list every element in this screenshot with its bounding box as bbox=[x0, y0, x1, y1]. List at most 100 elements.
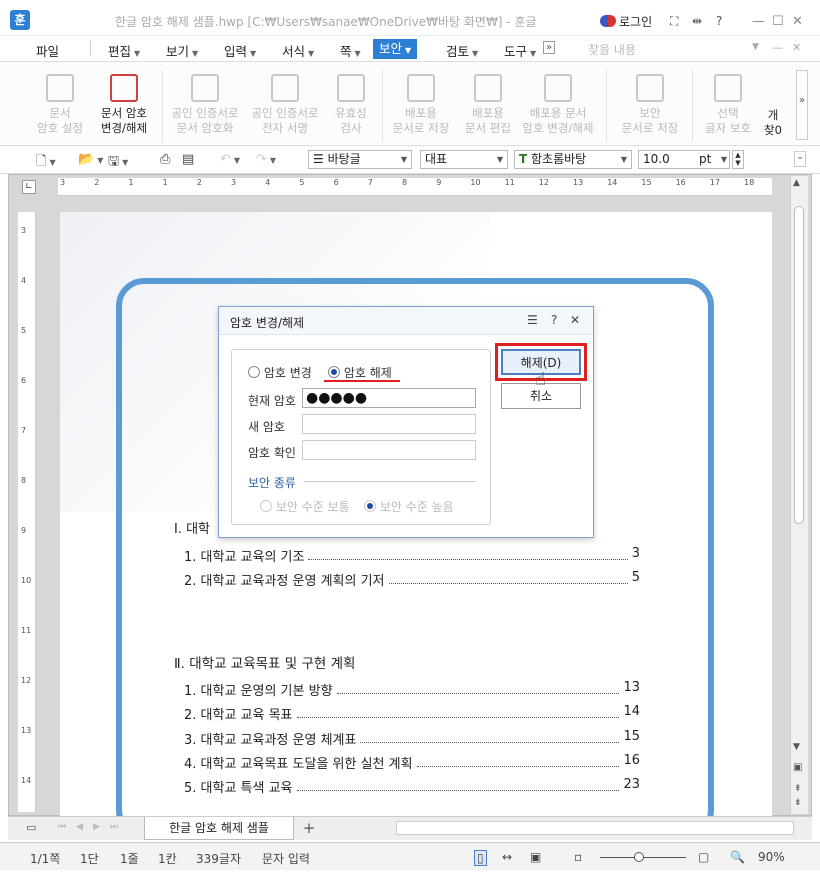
scroll-thumb[interactable] bbox=[794, 206, 804, 524]
view-fit-icon[interactable]: ↔ bbox=[502, 850, 512, 864]
menu-security[interactable]: 보안 ▼ bbox=[373, 39, 418, 59]
help-icon[interactable]: ? bbox=[716, 14, 722, 28]
ruler-tick: 3 bbox=[21, 226, 27, 235]
open-folder-icon[interactable]: 📂 ▼ bbox=[78, 152, 103, 167]
ruler-tick: 4 bbox=[265, 178, 271, 187]
radio-release-password[interactable]: 암호 해제 bbox=[328, 364, 392, 381]
ribbon-dist-password[interactable]: 배포용 문서 암호 변경/해제 bbox=[518, 74, 598, 136]
prev-page-icon[interactable]: ⇞ bbox=[794, 784, 802, 794]
search-dropdown-icon[interactable]: ▼ bbox=[752, 42, 759, 52]
radio-change-password[interactable]: 암호 변경 bbox=[248, 364, 312, 381]
toc-item[interactable]: 4. 대학교 교육목표 도달을 위한 실천 계획 16 bbox=[184, 753, 640, 772]
menu-page[interactable]: 쪽 ▼ bbox=[340, 41, 361, 60]
ribbon-minimize-icon[interactable]: — bbox=[772, 41, 783, 54]
font-size-input[interactable]: 10.0 pt ▼ bbox=[638, 150, 730, 169]
font-size-stepper[interactable]: ▲ ▼ bbox=[732, 150, 744, 169]
ribbon-change-password[interactable]: 문서 암호 변경/해제 bbox=[92, 74, 156, 136]
status-column: 1칸 bbox=[158, 852, 177, 866]
resize-icon[interactable]: ⇹ bbox=[692, 14, 702, 28]
toc-page-number: 13 bbox=[623, 680, 640, 695]
ribbon-cert-encrypt[interactable]: 공인 인증서로 문서 암호화 bbox=[166, 74, 244, 136]
horizontal-ruler[interactable]: 3 2 1 1 2 3 4 5 6 7 8 9 10 11 12 13 14 15 16 17 18 bbox=[58, 178, 772, 196]
confirm-password-field[interactable] bbox=[302, 440, 476, 460]
scroll-down-icon[interactable]: ▼ bbox=[793, 742, 800, 752]
toc-item-text: 1. 대학교 교육의 기조 bbox=[184, 550, 305, 565]
menu-file[interactable]: 파일 bbox=[36, 41, 59, 60]
ribbon-divider bbox=[692, 70, 693, 142]
tab-document[interactable]: 한글 암호 해제 샘플 bbox=[144, 817, 294, 840]
search-input[interactable]: 찾을 내용 bbox=[588, 41, 636, 58]
login-button[interactable]: 로그인 bbox=[600, 13, 652, 30]
toc-leader bbox=[388, 570, 628, 584]
zoom-level[interactable]: 90% bbox=[758, 850, 785, 864]
close-icon[interactable]: ✕ bbox=[792, 14, 803, 29]
ribbon-expand-icon[interactable]: » bbox=[796, 70, 808, 140]
toc-item[interactable]: 5. 대학교 특색 교육 23 bbox=[184, 777, 640, 796]
doc-close-icon[interactable]: ✕ bbox=[792, 41, 801, 54]
print-icon[interactable]: ⎙ bbox=[160, 152, 170, 167]
toc-item[interactable]: 2. 대학교 교육과정 운영 계획의 기저 5 bbox=[184, 570, 640, 589]
add-tab-icon[interactable]: + bbox=[298, 819, 320, 839]
maximize-icon[interactable]: ☐ bbox=[772, 14, 784, 29]
ribbon-dist-save[interactable]: 배포용 문서로 저장 bbox=[386, 74, 456, 136]
ribbon-char-protect[interactable]: 선택 글자 보호 bbox=[700, 74, 756, 136]
toc-item[interactable]: 1. 대학교 교육의 기조 3 bbox=[184, 546, 640, 565]
radio-level-normal[interactable]: 보안 수준 보통 bbox=[260, 498, 350, 515]
more-menu-icon[interactable]: » bbox=[543, 41, 556, 54]
ribbon-validity-check[interactable]: 유효성 검사 bbox=[326, 74, 376, 136]
tab-nav-icons[interactable]: ⏮◀▶⏭ bbox=[58, 822, 128, 832]
zoom-in-icon[interactable]: ▢ bbox=[698, 850, 709, 864]
ribbon-cert-sign[interactable]: 공인 인증서로 전자 서명 bbox=[246, 74, 324, 136]
ribbon-secure-save[interactable]: 보안 문서로 저장 bbox=[614, 74, 686, 136]
vertical-ruler[interactable]: 3 4 5 6 7 8 9 10 11 12 13 14 bbox=[18, 212, 36, 812]
font-select[interactable]: T 함초롬바탕 ▼ bbox=[514, 150, 632, 169]
view-normal-icon[interactable]: ▯ bbox=[474, 850, 487, 866]
toc-item[interactable]: 3. 대학교 교육과정 운영 체계표 15 bbox=[184, 729, 640, 748]
save-icon[interactable]: 🖫 ▼ bbox=[108, 152, 128, 174]
radio-level-high[interactable]: 보안 수준 높음 bbox=[364, 498, 454, 515]
ribbon-dist-edit[interactable]: 배포용 문서 편집 bbox=[458, 74, 518, 136]
menu-insert[interactable]: 입력 ▼ bbox=[224, 41, 256, 60]
ribbon-more[interactable]: 개 찾0 bbox=[758, 108, 788, 138]
menu-edit[interactable]: 편집 ▼ bbox=[108, 41, 140, 60]
view-toggle-icon[interactable]: ▭ bbox=[26, 821, 36, 834]
zoom-slider-handle[interactable] bbox=[634, 852, 644, 862]
toc-item[interactable]: 1. 대학교 운영의 기본 방향 13 bbox=[184, 680, 640, 699]
ribbon-set-password[interactable]: 문서 암호 설정 bbox=[28, 74, 92, 136]
toc-section-1-heading: Ⅰ. 대학 bbox=[174, 522, 211, 537]
dialog-close-icon[interactable]: ✕ bbox=[570, 313, 580, 327]
dialog-info-icon[interactable]: ☰ bbox=[527, 313, 538, 327]
zoom-magnifier-icon[interactable]: 🔍 bbox=[730, 850, 745, 864]
minimize-icon[interactable]: — bbox=[752, 14, 765, 29]
group-divider bbox=[304, 481, 476, 482]
current-password-field[interactable]: ●●●●● bbox=[302, 388, 476, 408]
menu-tools[interactable]: 도구 ▼ bbox=[504, 41, 536, 60]
expand-icon[interactable]: ⛶ bbox=[670, 14, 678, 29]
redo-icon[interactable]: ↷ ▼ bbox=[256, 152, 276, 167]
horizontal-scrollbar[interactable] bbox=[396, 821, 794, 835]
menu-review[interactable]: 검토 ▼ bbox=[446, 41, 478, 60]
zoom-out-icon[interactable]: ▫ bbox=[574, 850, 582, 864]
vertical-scrollbar[interactable]: ▲ ▼ ▣ ⇞ ⇟ bbox=[790, 176, 808, 814]
menu-view[interactable]: 보기 ▼ bbox=[166, 41, 198, 60]
style-icon: ☰ bbox=[313, 152, 324, 166]
page-nav-icon[interactable]: ▣ bbox=[793, 762, 802, 773]
new-password-field[interactable] bbox=[302, 414, 476, 434]
style-select[interactable]: ☰ 바탕글 ▼ bbox=[308, 150, 412, 169]
next-page-icon[interactable]: ⇟ bbox=[794, 798, 802, 808]
dialog-help-icon[interactable]: ? bbox=[551, 313, 557, 327]
undo-icon[interactable]: ↶ ▼ bbox=[220, 152, 240, 167]
new-doc-icon[interactable]: 🗋 ▼ bbox=[36, 152, 56, 174]
toc-leader bbox=[360, 729, 620, 743]
check-icon bbox=[337, 74, 365, 102]
toolbar-expand-icon[interactable]: ⌄ bbox=[794, 151, 806, 167]
toc-item[interactable]: 2. 대학교 교육 목표 14 bbox=[184, 704, 640, 723]
view-full-icon[interactable]: ▣ bbox=[530, 850, 541, 864]
menu-format[interactable]: 서식 ▼ bbox=[282, 41, 314, 60]
ribbon-divider bbox=[606, 70, 607, 142]
ruler-origin-icon[interactable]: ∟ bbox=[22, 180, 36, 194]
login-label: 로그인 bbox=[619, 15, 653, 29]
language-select[interactable]: 대표 ▼ bbox=[420, 150, 508, 169]
preview-icon[interactable]: ▤ bbox=[182, 152, 194, 167]
scroll-up-icon[interactable]: ▲ bbox=[793, 178, 800, 188]
